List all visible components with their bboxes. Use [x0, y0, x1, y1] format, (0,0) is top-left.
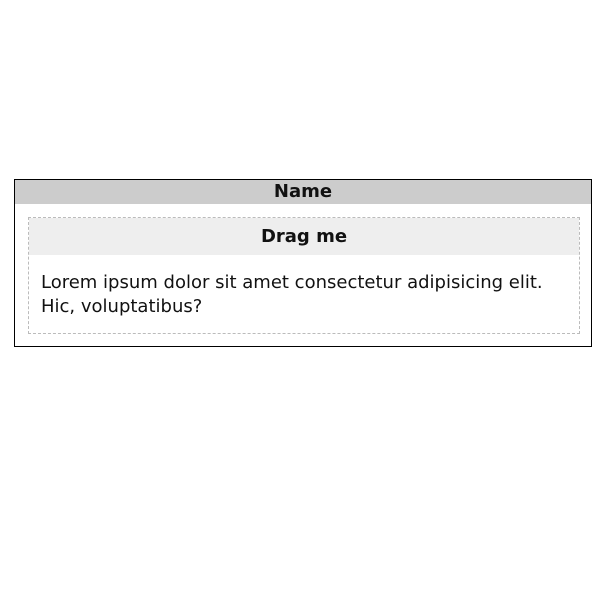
panel-title: Name [15, 180, 591, 204]
drag-handle[interactable]: Drag me [29, 218, 579, 255]
draggable-card[interactable]: Drag me Lorem ipsum dolor sit amet conse… [28, 217, 580, 334]
name-panel: Name Drag me Lorem ipsum dolor sit amet … [14, 179, 592, 347]
card-body-text: Lorem ipsum dolor sit amet consectetur a… [41, 272, 543, 317]
